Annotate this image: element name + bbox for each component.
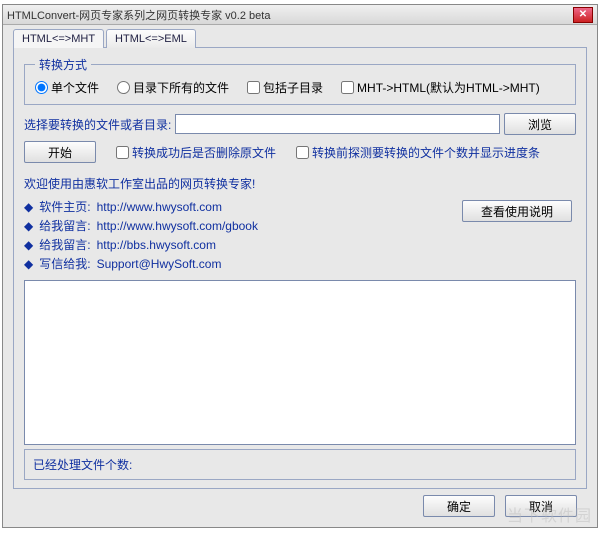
link-gbook-url[interactable]: http://www.hwysoft.com/gbook — [97, 219, 258, 233]
help-button[interactable]: 查看使用说明 — [462, 200, 572, 222]
convert-mode-legend: 转换方式 — [35, 56, 91, 73]
diamond-icon: ◆ — [24, 238, 33, 252]
cancel-button[interactable]: 取消 — [505, 495, 577, 517]
ok-button[interactable]: 确定 — [423, 495, 495, 517]
app-window: HTMLConvert-网页专家系列之网页转换专家 v0.2 beta ✕ HT… — [2, 4, 598, 528]
start-button[interactable]: 开始 — [24, 141, 96, 163]
processed-label: 已经处理文件个数: — [33, 458, 132, 472]
welcome-text: 欢迎使用由惠软工作室出品的网页转换专家! — [24, 175, 576, 192]
start-row: 开始 转换成功后是否删除原文件 转换前探测要转换的文件个数并显示进度条 — [24, 141, 576, 163]
browse-button[interactable]: 浏览 — [504, 113, 576, 135]
window-title: HTMLConvert-网页专家系列之网页转换专家 v0.2 beta — [7, 7, 573, 23]
link-homepage-url[interactable]: http://www.hwysoft.com — [97, 200, 222, 214]
check-probe-count[interactable]: 转换前探测要转换的文件个数并显示进度条 — [296, 144, 540, 161]
check-include-subdir[interactable] — [247, 81, 260, 94]
link-bbs: ◆ 给我留言: http://bbs.hwysoft.com — [24, 236, 576, 253]
tabstrip: HTML<=>MHT HTML<=>EML — [13, 29, 587, 48]
convert-mode-options: 单个文件 目录下所有的文件 包括子目录 MHT->HTML(默认为HTML->M… — [35, 79, 565, 96]
path-row: 选择要转换的文件或者目录: 浏览 — [24, 113, 576, 135]
dialog-buttons: 确定 取消 — [13, 489, 587, 521]
log-textarea[interactable] — [24, 280, 576, 445]
opt-include-subdir[interactable]: 包括子目录 — [247, 79, 323, 96]
log-area-wrap — [24, 280, 576, 445]
opt-all-in-dir[interactable]: 目录下所有的文件 — [117, 79, 229, 96]
diamond-icon: ◆ — [24, 219, 33, 233]
opt-single-file[interactable]: 单个文件 — [35, 79, 99, 96]
processed-group: 已经处理文件个数: — [24, 449, 576, 480]
window-body: HTML<=>MHT HTML<=>EML 转换方式 单个文件 目录下所有的文件 — [3, 25, 597, 527]
radio-single-file[interactable] — [35, 81, 48, 94]
links-block: 查看使用说明 ◆ 软件主页: http://www.hwysoft.com ◆ … — [24, 196, 576, 274]
radio-all-in-dir[interactable] — [117, 81, 130, 94]
path-label: 选择要转换的文件或者目录: — [24, 116, 171, 133]
opt-mht-to-html[interactable]: MHT->HTML(默认为HTML->MHT) — [341, 79, 540, 96]
check-mht-to-html[interactable] — [341, 81, 354, 94]
tab-panel: 转换方式 单个文件 目录下所有的文件 包括子目录 — [13, 47, 587, 489]
convert-mode-group: 转换方式 单个文件 目录下所有的文件 包括子目录 — [24, 56, 576, 105]
close-button[interactable]: ✕ — [573, 7, 593, 23]
checkbox-delete-original[interactable] — [116, 146, 129, 159]
checkbox-probe-count[interactable] — [296, 146, 309, 159]
diamond-icon: ◆ — [24, 257, 33, 271]
x-icon: ✕ — [579, 9, 587, 20]
path-input[interactable] — [175, 114, 500, 134]
link-email-url[interactable]: Support@HwySoft.com — [97, 257, 222, 271]
diamond-icon: ◆ — [24, 200, 33, 214]
tab-html-eml[interactable]: HTML<=>EML — [106, 29, 196, 48]
link-bbs-url[interactable]: http://bbs.hwysoft.com — [97, 238, 216, 252]
check-delete-original[interactable]: 转换成功后是否删除原文件 — [116, 144, 276, 161]
tab-html-mht[interactable]: HTML<=>MHT — [13, 29, 104, 48]
titlebar: HTMLConvert-网页专家系列之网页转换专家 v0.2 beta ✕ — [3, 5, 597, 25]
link-email: ◆ 写信给我: Support@HwySoft.com — [24, 255, 576, 272]
